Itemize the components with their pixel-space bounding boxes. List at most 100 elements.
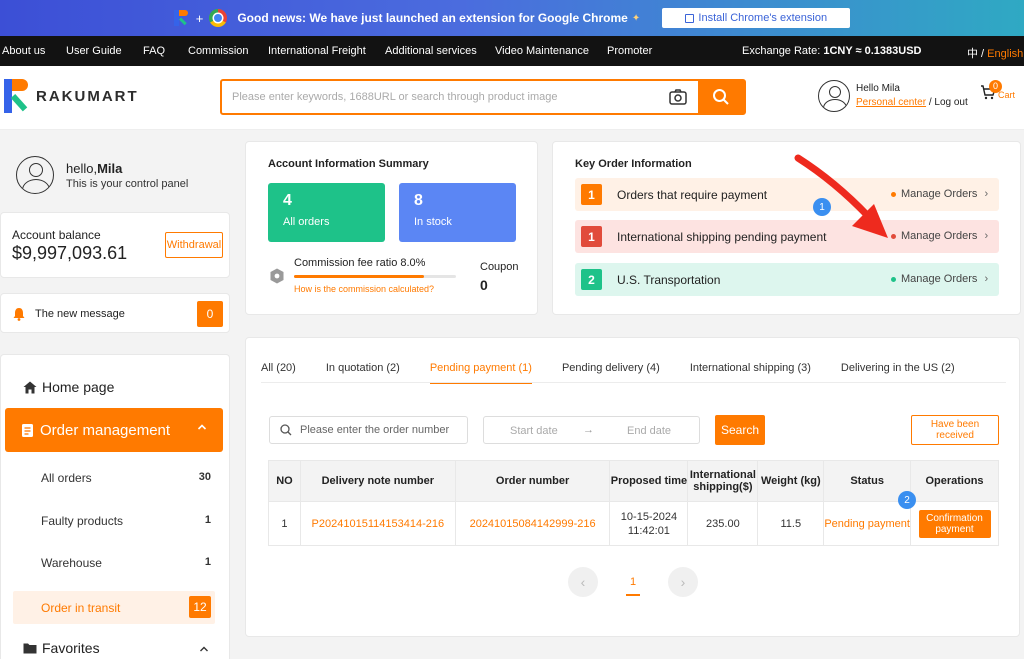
- col-delivery-note: Delivery note number: [299, 460, 456, 502]
- language-switch[interactable]: 中 / English: [967, 45, 1023, 61]
- current-page[interactable]: 1: [598, 576, 668, 596]
- product-search-input[interactable]: [222, 81, 658, 113]
- arrow-right-icon: →: [583, 424, 594, 436]
- tabs-divider: [261, 382, 1006, 383]
- tab-all[interactable]: All (20): [261, 362, 296, 384]
- subitem-label: Faulty products: [41, 514, 124, 528]
- date-range-picker[interactable]: Start date → End date: [483, 416, 700, 444]
- manage-orders-link[interactable]: Manage Orders ›: [891, 230, 988, 242]
- subitem-label: All orders: [41, 471, 92, 485]
- banner-logos: +: [173, 9, 228, 27]
- manage-orders-link[interactable]: Manage Orders ›: [891, 188, 988, 200]
- key-order-info-card: Key Order Information 1 Orders that requ…: [552, 141, 1021, 315]
- col-proposed-time: Proposed time: [609, 460, 689, 502]
- tab-pending-payment[interactable]: Pending payment (1): [429, 362, 532, 384]
- home-icon: [23, 381, 37, 393]
- camera-icon[interactable]: [658, 81, 698, 113]
- chevron-right-icon: ›: [984, 230, 989, 242]
- folder-icon: [23, 643, 37, 654]
- user-text: Hello Mila Personal center / Log out: [856, 82, 968, 110]
- order-search-button[interactable]: Search: [715, 415, 765, 445]
- nav-faq[interactable]: FAQ: [141, 45, 165, 57]
- sidebar-item-favorites[interactable]: Favorites: [23, 640, 213, 656]
- how-commission-link[interactable]: How is the commission calculated?: [294, 284, 434, 294]
- row-count-badge: 2: [581, 269, 602, 290]
- logo-text: RAKUMART: [36, 87, 139, 105]
- orders-table: NO Delivery note number Order number Pro…: [268, 460, 999, 546]
- nav-video-maintenance[interactable]: Video Maintenance: [493, 45, 589, 57]
- sidebar-subitem-faulty-products[interactable]: Faulty products 1: [41, 514, 211, 528]
- key-order-row-intl-shipping: 1 International shipping pending payment…: [575, 220, 999, 253]
- cell-delivery-note-link[interactable]: P20241015114153414-216: [299, 501, 456, 546]
- have-been-received-button[interactable]: Have been received: [911, 415, 999, 445]
- install-extension-label: Install Chrome's extension: [698, 12, 828, 24]
- avatar[interactable]: [818, 80, 850, 112]
- tab-pending-delivery[interactable]: Pending delivery (4): [562, 362, 660, 384]
- order-number-input[interactable]: [300, 424, 460, 436]
- row-count-badge: 1: [581, 184, 602, 205]
- nav-international-freight[interactable]: International Freight: [266, 45, 366, 57]
- prev-page-button[interactable]: ‹: [568, 567, 598, 597]
- exchange-rate-value: 1CNY ≈ 0.1383USD: [823, 45, 922, 57]
- commission-progress-bar: [294, 275, 456, 278]
- key-order-row-us-transport: 2 U.S. Transportation Manage Orders ›: [575, 263, 999, 296]
- commission-ratio: Commission fee ratio 8.0%: [294, 257, 426, 269]
- new-message-label: The new message: [35, 308, 125, 320]
- sidebar-subitem-order-in-transit[interactable]: Order in transit 12: [13, 591, 215, 624]
- sidebar-subitem-warehouse[interactable]: Warehouse 1: [41, 556, 211, 570]
- row-label: U.S. Transportation: [617, 273, 721, 287]
- subitem-count: 1: [204, 514, 211, 526]
- nav-commission[interactable]: Commission: [186, 45, 249, 57]
- nav-about-us[interactable]: About us: [0, 45, 45, 57]
- confirmation-payment-button[interactable]: Confirmation payment: [918, 509, 991, 538]
- row-count-badge: 1: [581, 226, 602, 247]
- install-extension-button[interactable]: Install Chrome's extension: [662, 8, 851, 28]
- account-summary-card: Account Information Summary 4 All orders…: [245, 141, 538, 315]
- tab-in-quotation[interactable]: In quotation (2): [326, 362, 400, 384]
- subitem-count: 1: [204, 556, 211, 568]
- personal-center-link[interactable]: Personal center: [856, 97, 926, 108]
- new-message-card[interactable]: The new message 0: [0, 293, 230, 333]
- all-orders-tile[interactable]: 4 All orders: [268, 183, 385, 242]
- lang-english[interactable]: English: [987, 48, 1023, 60]
- sidebar-item-order-management[interactable]: Order management: [5, 408, 223, 452]
- sidebar-item-label: Order management: [40, 421, 171, 439]
- new-message-count: 0: [197, 301, 223, 327]
- cell-order-number-link[interactable]: 20241015084142999-216: [454, 501, 611, 546]
- col-operations: Operations: [910, 460, 999, 502]
- withdrawal-button[interactable]: Withdrawal: [165, 232, 223, 258]
- sidebar-subitem-all-orders[interactable]: All orders 30: [41, 471, 211, 485]
- start-date-field[interactable]: Start date: [510, 425, 558, 437]
- nav-promoter[interactable]: Promoter: [605, 45, 652, 57]
- profile-greeting: hello,Mila: [66, 161, 188, 176]
- profile-username: Mila: [97, 160, 123, 176]
- end-date-field[interactable]: End date: [627, 425, 671, 437]
- site-logo[interactable]: RAKUMART: [4, 79, 139, 113]
- table-row: 1 P20241015114153414-216 202410150841429…: [268, 501, 999, 546]
- in-stock-count: 8: [414, 192, 423, 209]
- profile-hello: hello,: [66, 160, 98, 176]
- search-button[interactable]: [698, 81, 744, 113]
- account-balance-card: Account balance $9,997,093.61 Withdrawal: [0, 212, 230, 278]
- avatar: [16, 156, 54, 194]
- product-search: [220, 79, 746, 115]
- cell-status: Pending payment: [823, 501, 912, 546]
- logout-link[interactable]: / Log out: [926, 97, 968, 108]
- manage-orders-label: Manage Orders: [901, 188, 978, 200]
- in-stock-tile[interactable]: 8 In stock: [399, 183, 516, 242]
- user-greeting: Hello Mila: [856, 83, 900, 94]
- orders-panel: All (20) In quotation (2) Pending paymen…: [245, 337, 1020, 637]
- sidebar-item-home[interactable]: Home page: [23, 379, 114, 395]
- manage-orders-link[interactable]: Manage Orders ›: [891, 273, 988, 285]
- party-icon: ✦: [631, 12, 641, 24]
- lang-chinese[interactable]: 中: [967, 48, 978, 60]
- cart-count-badge: 0: [989, 80, 1002, 93]
- nav-additional-services[interactable]: Additional services: [383, 45, 477, 57]
- next-page-button[interactable]: ›: [668, 567, 698, 597]
- tab-international-shipping[interactable]: International shipping (3): [690, 362, 811, 384]
- tab-delivering-in-us[interactable]: Delivering in the US (2): [841, 362, 955, 384]
- nav-user-guide[interactable]: User Guide: [64, 45, 122, 57]
- subitem-count: 30: [198, 471, 211, 483]
- coupon-count[interactable]: 0: [480, 277, 488, 293]
- cart[interactable]: 0 Cart: [980, 80, 1015, 100]
